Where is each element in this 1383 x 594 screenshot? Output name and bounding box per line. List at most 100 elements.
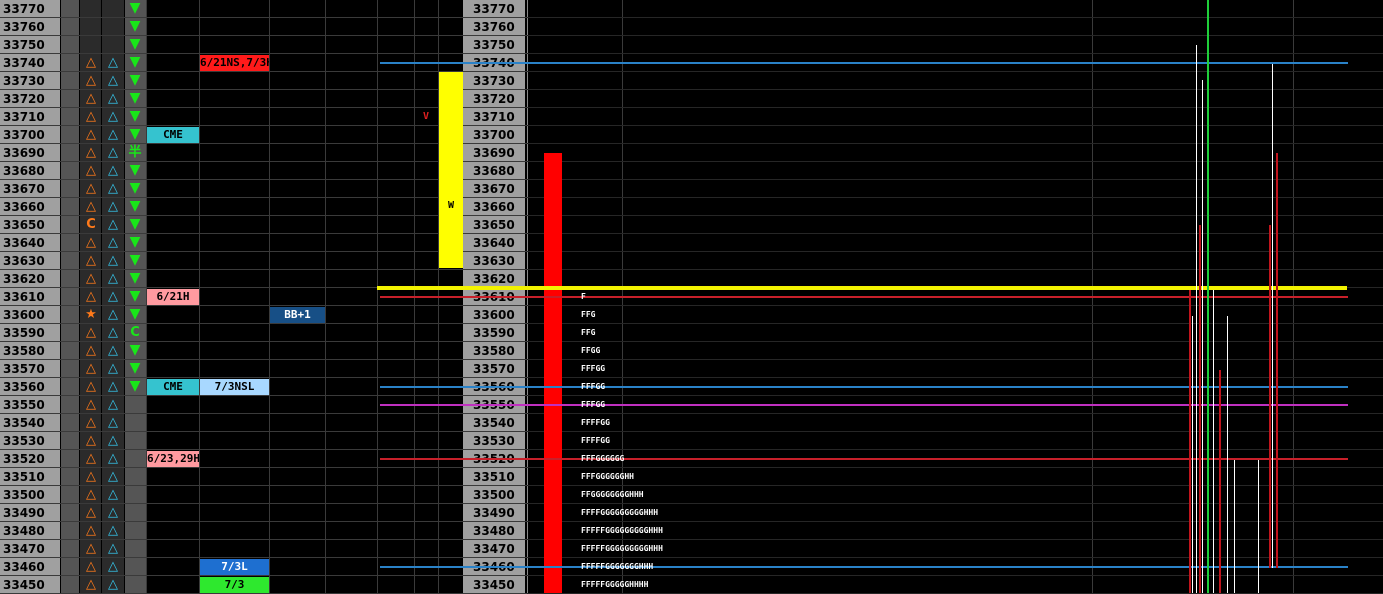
triangle-up-icon: △ <box>108 163 118 178</box>
row-gridline <box>0 17 527 18</box>
row-gridline <box>0 269 527 270</box>
price-label-left: 33490 <box>3 506 45 520</box>
triangle-up-icon: △ <box>86 109 96 124</box>
price-label-left: 33580 <box>3 344 45 358</box>
triangle-up-icon: △ <box>86 559 96 574</box>
price-label-left: 33570 <box>3 362 45 376</box>
tpo-letters: FFGGGGGGGGHHH <box>581 490 644 499</box>
price-label-right: 33600 <box>473 308 515 322</box>
price-label-left: 33630 <box>3 254 45 268</box>
price-label-left: 33520 <box>3 452 45 466</box>
w-marker: W <box>447 200 455 211</box>
row-gridline <box>0 467 527 468</box>
price-label-left: 33460 <box>3 560 45 574</box>
price-label-left: 33510 <box>3 470 45 484</box>
triangle-up-icon: △ <box>86 199 96 214</box>
tag-cme-33700: CME <box>147 127 199 143</box>
price-label-right: 33750 <box>473 38 515 52</box>
triangle-up-icon: △ <box>108 181 118 196</box>
triangle-down-icon: ▼ <box>129 216 141 232</box>
triangle-up-icon: △ <box>86 343 96 358</box>
triangle-down-icon: ▼ <box>129 108 141 124</box>
price-label-right: 33510 <box>473 470 515 484</box>
triangle-up-icon: △ <box>108 451 118 466</box>
tag-bb1: BB+1 <box>270 307 325 323</box>
row-gridline <box>0 359 527 360</box>
tpo-letters: F <box>581 292 586 301</box>
triangle-up-icon: △ <box>108 379 118 394</box>
triangle-up-icon: △ <box>86 433 96 448</box>
price-label-left: 33760 <box>3 20 45 34</box>
triangle-up-icon: △ <box>108 217 118 232</box>
trace-white-1 <box>1196 45 1197 593</box>
triangle-down-icon: ▼ <box>129 72 141 88</box>
price-label-left: 33680 <box>3 164 45 178</box>
row-gridline <box>0 503 527 504</box>
price-label-left: 33550 <box>3 398 45 412</box>
row-gridline <box>527 305 1383 306</box>
triangle-up-icon: △ <box>108 559 118 574</box>
tpo-letters: FFFFGG <box>581 436 610 445</box>
triangle-down-icon: ▼ <box>129 162 141 178</box>
row-gridline <box>0 539 527 540</box>
row-gridline <box>527 161 1383 162</box>
row-gridline <box>527 143 1383 144</box>
triangle-up-icon: △ <box>108 307 118 322</box>
row-gridline <box>527 377 1383 378</box>
trace-white-5 <box>1227 316 1228 593</box>
trace-white-4 <box>1213 290 1214 593</box>
triangle-down-icon: ▼ <box>129 90 141 106</box>
tpo-letters: FFFGGGGGG <box>581 454 625 463</box>
price-label-right: 33660 <box>473 200 515 214</box>
price-label-left: 33640 <box>3 236 45 250</box>
price-label-right: 33720 <box>473 92 515 106</box>
row-gridline <box>0 575 527 576</box>
row-gridline <box>527 197 1383 198</box>
trace-red-4 <box>1269 225 1271 568</box>
triangle-down-icon: ▼ <box>129 378 141 394</box>
row-gridline <box>0 377 527 378</box>
price-label-left: 33480 <box>3 524 45 538</box>
triangle-down-icon: ▼ <box>129 0 141 16</box>
triangle-up-icon: △ <box>108 415 118 430</box>
price-label-right: 33500 <box>473 488 515 502</box>
tpo-letters: FFFFFGGGGGHHHH <box>581 580 649 589</box>
price-label-right: 33680 <box>473 164 515 178</box>
triangle-up-icon: △ <box>86 505 96 520</box>
yellow-range-bar <box>439 72 463 268</box>
triangle-up-icon: △ <box>108 271 118 286</box>
triangle-up-icon: △ <box>86 163 96 178</box>
triangle-up-icon: △ <box>108 577 118 592</box>
triangle-up-icon: △ <box>86 379 96 394</box>
triangle-up-icon: △ <box>86 73 96 88</box>
triangle-down-icon: ▼ <box>129 288 141 304</box>
triangle-up-icon: △ <box>108 523 118 538</box>
row-gridline <box>0 449 527 450</box>
price-label-right: 33690 <box>473 146 515 160</box>
triangle-up-icon: △ <box>108 343 118 358</box>
trace-white-8 <box>1272 64 1273 568</box>
tpo-letters: FFG <box>581 310 596 319</box>
row-gridline <box>527 125 1383 126</box>
c-marker-icon: C <box>130 325 140 340</box>
triangle-up-icon: △ <box>86 181 96 196</box>
triangle-up-icon: △ <box>108 433 118 448</box>
row-gridline <box>0 53 527 54</box>
price-label-right: 33760 <box>473 20 515 34</box>
triangle-down-icon: ▼ <box>129 306 141 322</box>
price-label-left: 33450 <box>3 578 45 592</box>
triangle-down-icon: ▼ <box>129 180 141 196</box>
price-label-right: 33470 <box>473 542 515 556</box>
triangle-up-icon: △ <box>86 55 96 70</box>
tag-73l: 7/3L <box>200 559 269 575</box>
price-label-left: 33660 <box>3 200 45 214</box>
tpo-letters: FFFFFGGGGGGGGGHHH <box>581 544 663 553</box>
triangle-up-icon: △ <box>86 523 96 538</box>
price-label-left: 33690 <box>3 146 45 160</box>
market-profile-board: 33770 33770 ▼ 33760 33760 ▼ 33750 33750 ▼ 33740 33… <box>0 0 1383 594</box>
row-gridline <box>527 233 1383 234</box>
tpo-letters: FFFFFGGGGGGGHHH <box>581 562 654 571</box>
trace-white-2 <box>1202 80 1203 593</box>
triangle-down-icon: ▼ <box>129 270 141 286</box>
triangle-up-icon: △ <box>86 577 96 592</box>
